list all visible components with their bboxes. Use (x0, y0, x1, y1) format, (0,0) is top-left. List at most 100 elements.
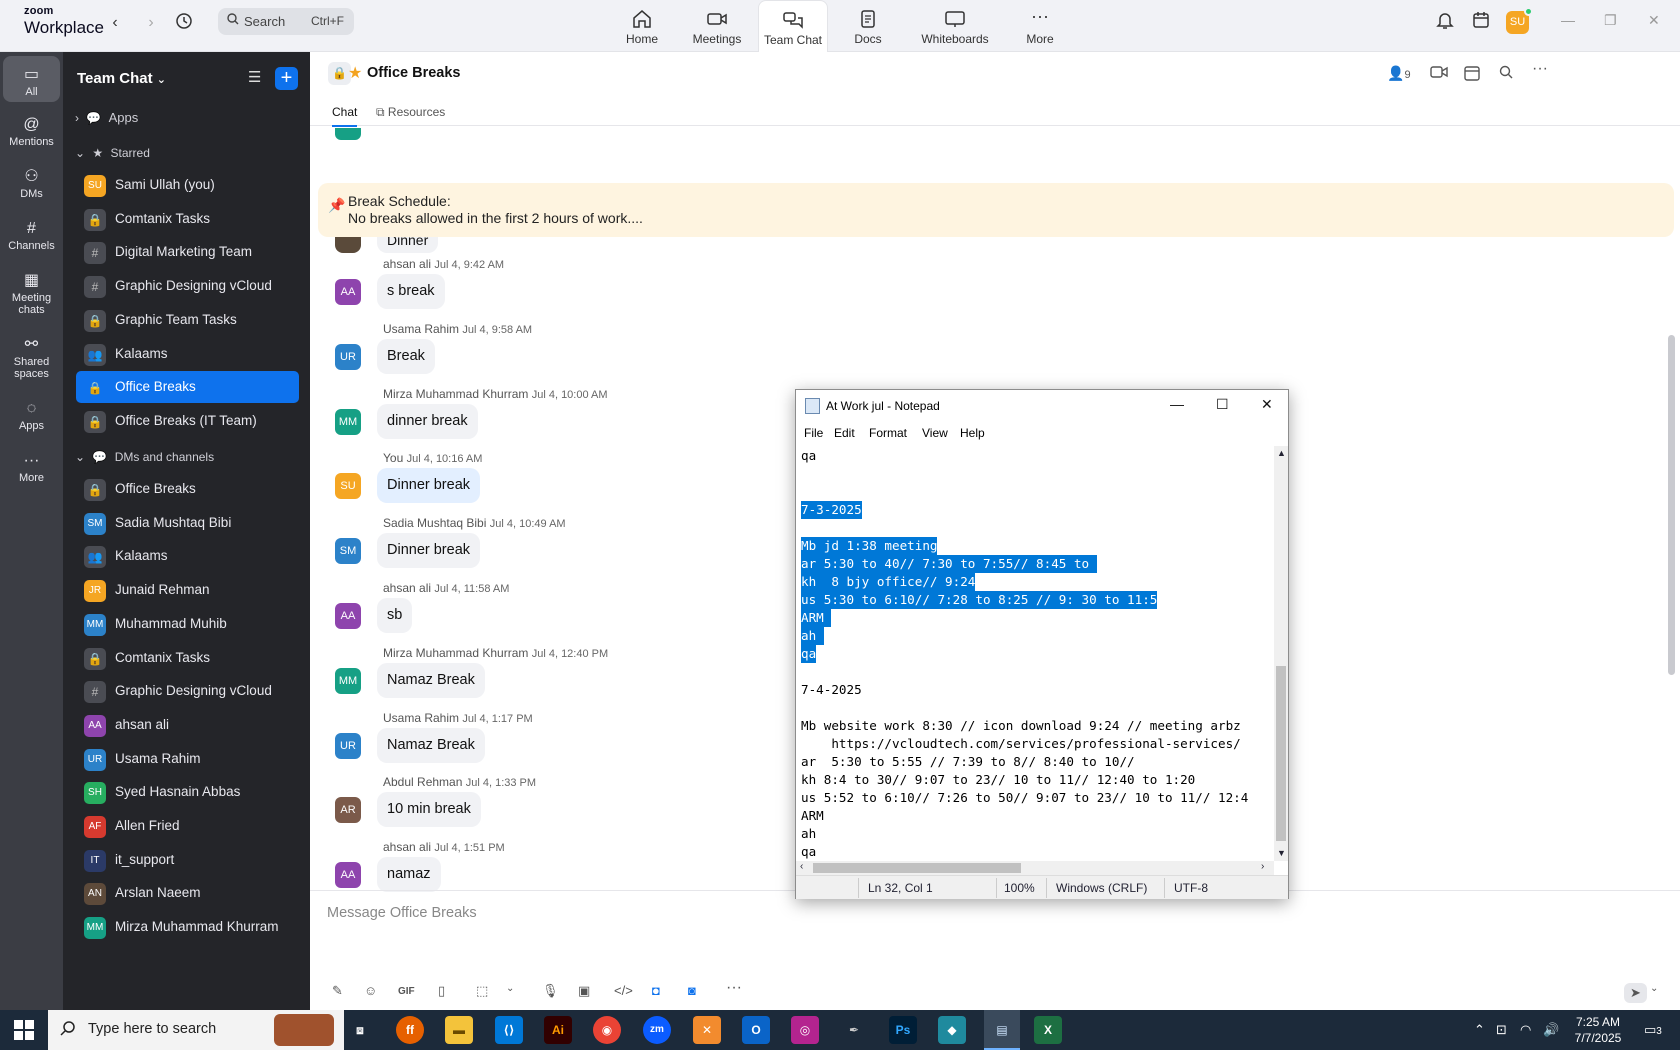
scroll-down-icon[interactable]: ▼ (1277, 848, 1286, 858)
sidebar-item[interactable]: IT it_support (76, 844, 299, 876)
sender-name[interactable]: Mirza Muhammad Khurram (383, 646, 528, 660)
sidebar-item[interactable]: 🔒 Office Breaks (IT Team) (76, 405, 299, 437)
tab-docs[interactable]: Docs (838, 0, 898, 52)
file-explorer-icon[interactable]: ▬ (445, 1016, 473, 1044)
sender-name[interactable]: Sadia Mushtaq Bibi (383, 516, 486, 530)
more-dots-icon[interactable]: ··· (1532, 60, 1548, 78)
windows-start-icon[interactable] (14, 1020, 34, 1043)
avatar[interactable]: SM (335, 538, 361, 565)
close-icon[interactable]: ✕ (1648, 12, 1660, 29)
sender-name[interactable]: ahsan ali (383, 257, 431, 271)
maximize-icon[interactable]: ☐ (1216, 396, 1229, 413)
wifi-icon[interactable]: ◠ (1520, 1022, 1531, 1038)
filter-icon[interactable]: ☰ (248, 68, 268, 88)
sidebar-item[interactable]: # Graphic Designing vCloud (76, 675, 299, 707)
avatar[interactable]: MM (335, 408, 361, 435)
message-item[interactable]: UR Usama Rahim Jul 4, 9:58 AM Break (310, 319, 1210, 379)
avatar[interactable]: UR (335, 343, 361, 370)
menu-format[interactable]: Format (869, 426, 907, 440)
forward-arrow-icon[interactable]: › (140, 12, 162, 34)
notepad-horizontal-scrollbar[interactable]: ‹ › (796, 861, 1274, 875)
menu-edit[interactable]: Edit (834, 426, 855, 440)
sidebar-item[interactable]: AA ahsan ali (76, 709, 299, 741)
sidebar-item[interactable]: 🔒 Office Breaks (76, 371, 299, 404)
rail-item-meeting-chats[interactable]: ▦ Meeting chats (3, 270, 60, 316)
send-icon[interactable]: ➤ (1624, 983, 1647, 1003)
calendar-icon[interactable] (1472, 10, 1490, 33)
message-item[interactable]: AA ahsan ali Jul 4, 9:42 AM s break (310, 254, 1210, 314)
network-icon[interactable]: ⊡ (1496, 1022, 1507, 1038)
sender-name[interactable]: You (383, 451, 403, 465)
sidebar-item[interactable]: AF Allen Fried (76, 810, 299, 842)
message-bubble[interactable]: Namaz Break (377, 727, 485, 763)
menu-file[interactable]: File (804, 426, 823, 440)
scroll-thumb[interactable] (813, 863, 1021, 873)
rail-item-shared-spaces[interactable]: ⚯ Shared spaces (3, 334, 60, 380)
avatar[interactable]: AA (335, 603, 361, 629)
pen-tool-icon[interactable]: ✒ (840, 1016, 868, 1044)
message-bubble[interactable]: Break (377, 338, 435, 374)
message-bubble[interactable]: Dinner break (377, 533, 481, 569)
tab-chat[interactable]: Chat (332, 105, 358, 127)
tab-more[interactable]: ··· More (1010, 0, 1070, 52)
back-arrow-icon[interactable]: ‹ (104, 12, 126, 34)
sidebar-section-starred[interactable]: ⌄ ★ Starred (75, 146, 150, 160)
notification-icon[interactable]: ▭3 (1644, 1022, 1662, 1038)
rail-item-all[interactable]: ▭ All (3, 56, 60, 102)
sidebar-item[interactable]: # Digital Marketing Team (76, 236, 299, 268)
sidebar-item[interactable]: 🔒 Comtanix Tasks (76, 203, 299, 235)
sidebar-item[interactable]: MM Muhammad Muhib (76, 608, 299, 640)
taskbar-clock[interactable]: 7:25 AM 7/7/2025 (1566, 1014, 1630, 1046)
channel-name[interactable]: Office Breaks (367, 65, 461, 81)
sidebar-title[interactable]: Team Chat ⌄ (77, 70, 166, 87)
speaker-icon[interactable]: 🔊 (1543, 1022, 1559, 1038)
excel-icon[interactable]: X (1034, 1016, 1062, 1044)
sidebar-item[interactable]: UR Usama Rahim (76, 743, 299, 775)
sender-name[interactable]: Mirza Muhammad Khurram (383, 387, 528, 401)
zoom-icon[interactable]: zm (643, 1016, 671, 1044)
tab-team-chat[interactable]: Team Chat (758, 0, 828, 52)
avatar[interactable]: MM (335, 667, 361, 694)
rail-item-mentions[interactable]: @ Mentions (3, 114, 60, 148)
xampp-icon[interactable]: ✕ (693, 1016, 721, 1044)
scroll-right-icon[interactable]: › (1261, 861, 1264, 872)
emoji-icon[interactable]: ☺ (364, 983, 377, 998)
rail-item-dms[interactable]: ⚇ DMs (3, 166, 60, 200)
message-bubble[interactable]: sb (377, 598, 413, 633)
sender-name[interactable]: ahsan ali (383, 581, 431, 595)
sidebar-item[interactable]: 🔒 Comtanix Tasks (76, 642, 299, 674)
avatar[interactable]: SU (335, 473, 361, 500)
tab-home[interactable]: Home (612, 0, 672, 52)
add-button[interactable]: + (275, 67, 298, 90)
chat-scrollbar[interactable] (1668, 335, 1675, 675)
chrome-icon[interactable]: ◉ (593, 1016, 621, 1044)
vscode-icon[interactable]: ⟨⟩ (495, 1016, 523, 1044)
sidebar-item[interactable]: SU Sami Ullah (you) (76, 169, 299, 201)
video-icon[interactable] (1430, 65, 1448, 82)
rail-item-channels[interactable]: # Channels (3, 218, 60, 252)
creative-cloud-icon[interactable]: ◎ (791, 1016, 819, 1044)
app-icon[interactable]: ◆ (938, 1016, 966, 1044)
avatar[interactable]: AA (335, 862, 361, 889)
scroll-left-icon[interactable]: ‹ (800, 861, 803, 872)
microphone-icon[interactable]: 🎙 (542, 983, 559, 999)
search-input[interactable]: Search Ctrl+F (218, 8, 354, 35)
chevron-up-icon[interactable]: ⌃ (1474, 1022, 1485, 1038)
sidebar-item[interactable]: AN Arslan Naeem (76, 877, 299, 909)
notepad-title-bar[interactable]: At Work jul - Notepad — ☐ ✕ (796, 390, 1288, 422)
photoshop-icon[interactable]: Ps (889, 1016, 917, 1044)
rail-item-more[interactable]: ··· More (3, 450, 60, 484)
menu-view[interactable]: View (922, 426, 948, 440)
message-composer[interactable]: Message Office Breaks ✎ ☺ GIF ▯ ⬚ ⌄ 🎙 ▣ … (310, 890, 1680, 1010)
chevron-down-icon[interactable]: ⌄ (1650, 983, 1658, 994)
sidebar-item[interactable]: 🔒 Graphic Team Tasks (76, 304, 299, 336)
sidebar-section-apps[interactable]: › 💬 Apps (75, 110, 138, 125)
minimize-icon[interactable]: — (1170, 396, 1184, 412)
tab-meetings[interactable]: Meetings (682, 0, 752, 52)
scroll-thumb[interactable] (1276, 666, 1286, 841)
bell-icon[interactable] (1436, 10, 1454, 33)
pinned-message[interactable]: 📌 Break Schedule: No breaks allowed in t… (318, 183, 1674, 237)
message-bubble[interactable]: 10 min break (377, 792, 481, 828)
avatar[interactable]: AA (335, 279, 361, 305)
more-dots-icon[interactable]: ··· (726, 979, 742, 997)
